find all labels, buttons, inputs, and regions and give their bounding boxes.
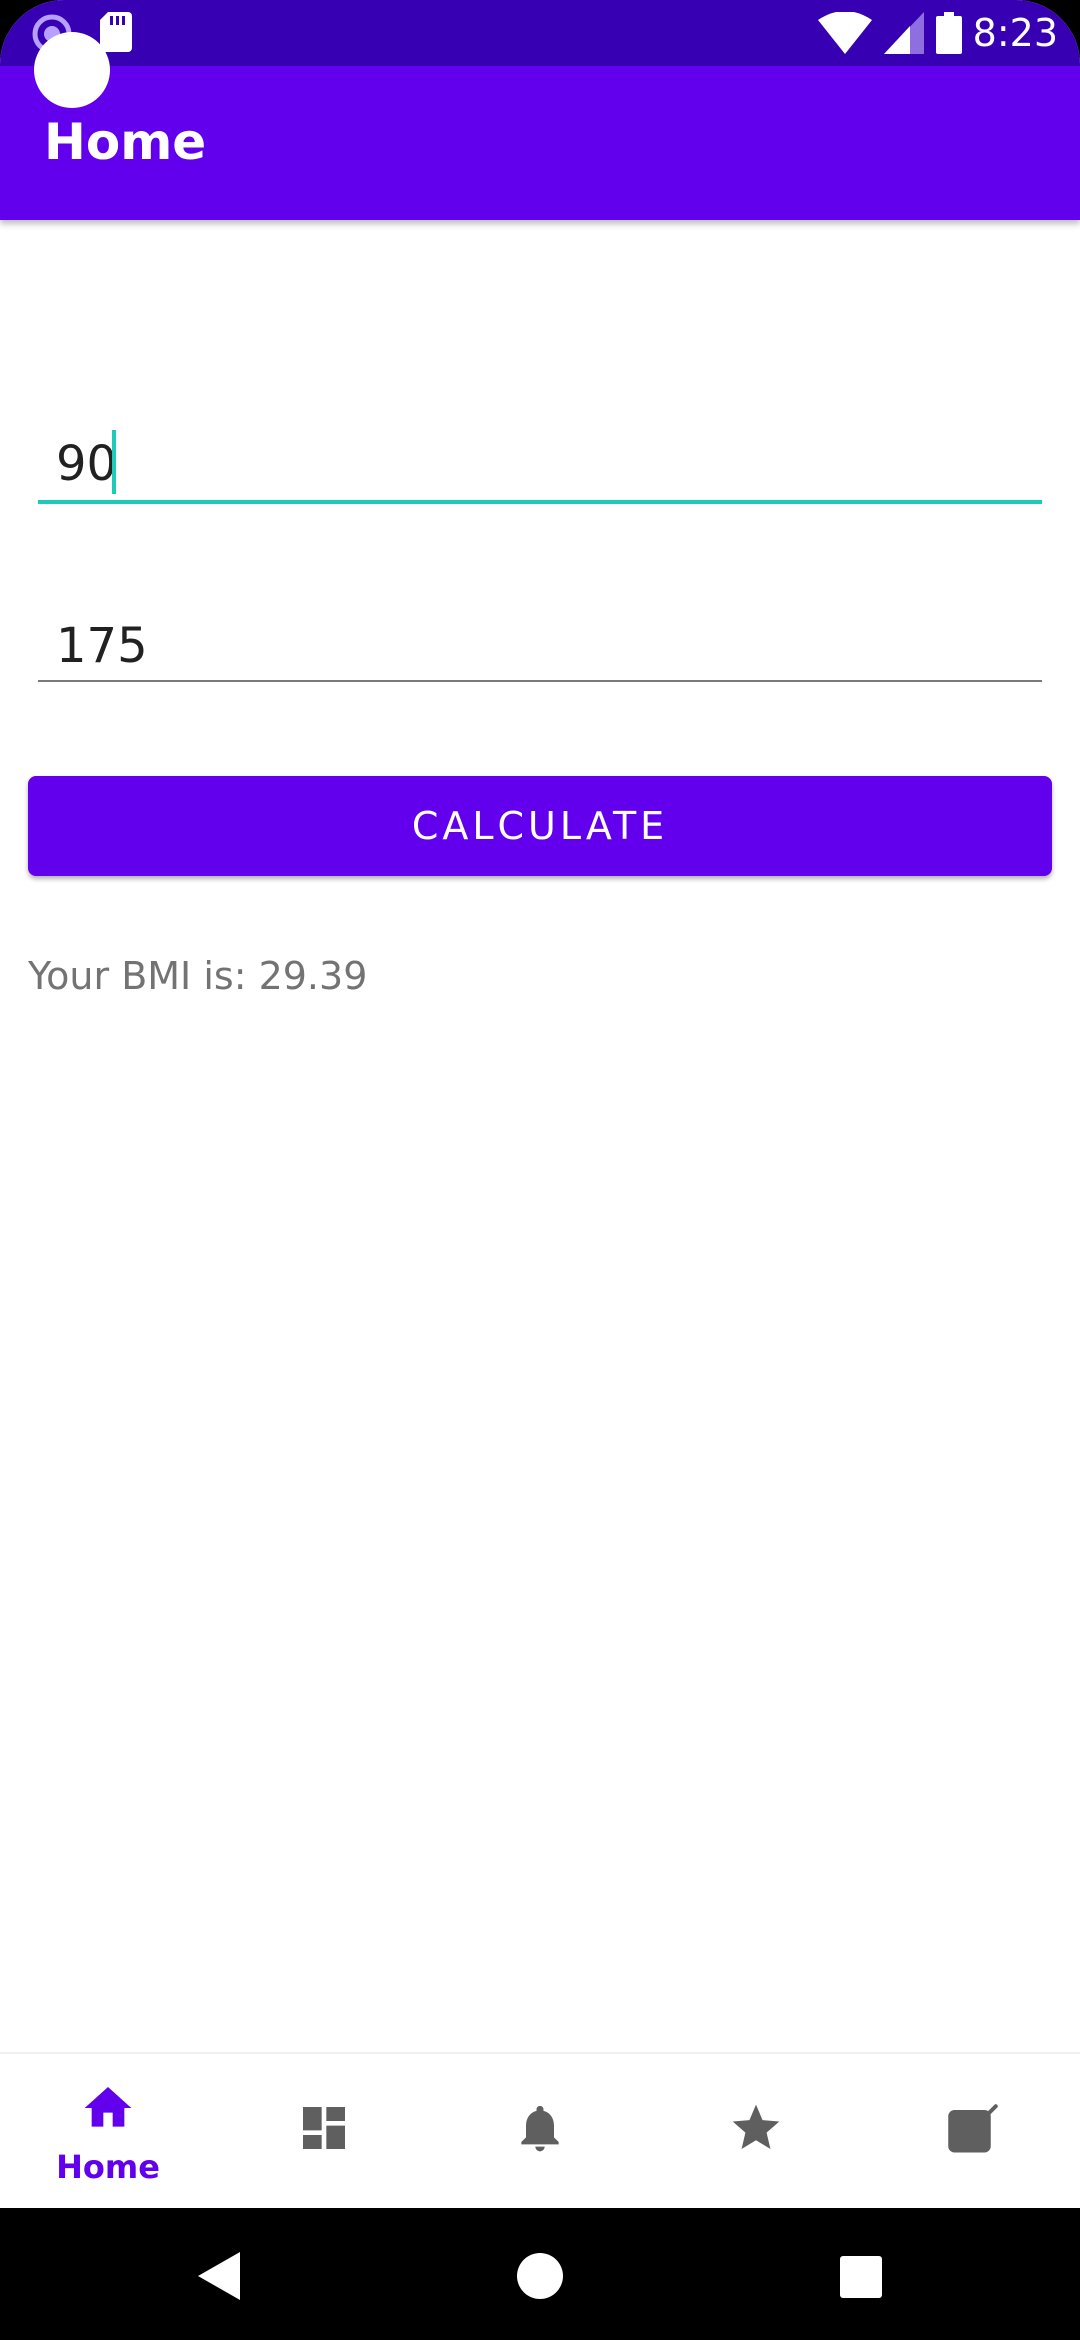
weight-field[interactable]: [38, 424, 1042, 504]
app-bar: Home: [0, 66, 1080, 220]
screen: 8:23 Home CALCULATE Your BMI is: 29.39 H…: [0, 0, 1080, 2340]
height-input[interactable]: [38, 606, 1042, 686]
battery-icon: [936, 12, 962, 58]
nav-item-dashboard[interactable]: [216, 2054, 432, 2210]
wifi-icon: [818, 11, 872, 58]
notifications-icon: [512, 2100, 568, 2160]
nav-item-edit[interactable]: [864, 2054, 1080, 2210]
bottom-navigation: Home: [0, 2052, 1080, 2210]
nav-item-favorites[interactable]: [648, 2054, 864, 2210]
home-icon: [80, 2080, 136, 2140]
weight-field-underline: [38, 500, 1042, 504]
star-icon: [728, 2100, 784, 2160]
calculate-button[interactable]: CALCULATE: [28, 776, 1052, 876]
sd-card-icon: [100, 12, 132, 56]
recents-icon[interactable]: [840, 2256, 882, 2302]
status-time: 8:23: [972, 11, 1058, 55]
height-field[interactable]: [38, 606, 1042, 686]
nav-item-label: Home: [56, 2148, 160, 2186]
system-navigation-bar: [0, 2208, 1080, 2340]
status-icons: [818, 11, 962, 58]
edit-icon: [942, 2100, 1002, 2164]
floating-overlay-dot[interactable]: [34, 32, 110, 108]
dashboard-icon: [296, 2100, 352, 2160]
nav-item-notifications[interactable]: [432, 2054, 648, 2210]
weight-input[interactable]: [38, 424, 1042, 504]
bmi-result-text: Your BMI is: 29.39: [28, 954, 368, 998]
back-icon[interactable]: [198, 2252, 244, 2304]
cell-signal-icon: [884, 12, 924, 58]
status-bar: 8:23: [0, 0, 1080, 66]
text-cursor: [112, 430, 116, 494]
home-nav-icon[interactable]: [516, 2252, 564, 2304]
nav-item-home[interactable]: Home: [0, 2054, 216, 2210]
height-field-underline: [38, 680, 1042, 682]
page-title: Home: [44, 113, 207, 171]
